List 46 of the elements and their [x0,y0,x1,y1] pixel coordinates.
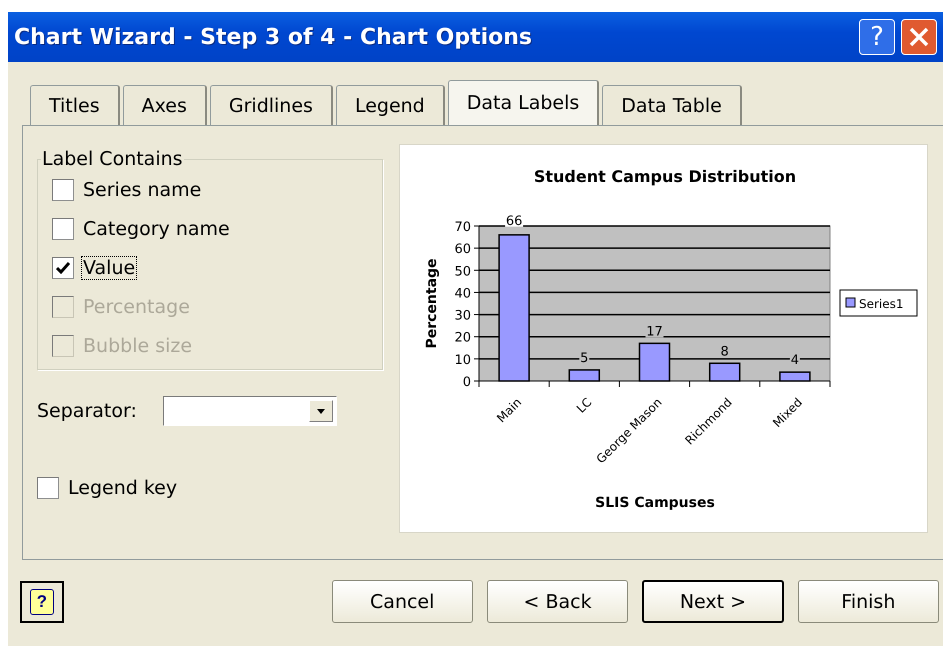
checkbox-label: Category name [82,218,231,240]
data-label: 66 [505,212,524,229]
y-tick-label: 10 [454,352,471,368]
checkbox-label: Bubble size [82,334,194,356]
checkmark-icon [56,262,70,274]
checkbox[interactable] [52,256,74,278]
y-tick-label: 70 [454,220,471,235]
tab[interactable]: Gridlines [210,85,333,125]
checkbox[interactable] [52,218,74,240]
checkbox-label: Series name [82,178,202,200]
tab[interactable]: Legend [336,85,445,125]
separator-dropdown[interactable] [162,396,337,426]
tab[interactable]: Axes [122,85,207,125]
y-tick-label: 20 [454,330,471,346]
dialog-button[interactable]: Cancel [332,580,473,623]
tab[interactable]: Data Labels [448,80,600,125]
data-label: 17 [646,323,664,340]
y-tick-label: 60 [454,242,471,258]
close-icon [908,26,930,48]
x-axis-title: SLIS Campuses [595,495,715,511]
help-button[interactable]: ? [859,19,895,55]
x-tick-label: LC [574,395,594,416]
legend-label: Series1 [859,297,904,311]
close-button[interactable] [901,19,937,55]
group-label: Label Contains [41,148,184,170]
y-axis-title: Percentage [424,258,440,349]
dialog-button[interactable]: Next > [642,580,784,623]
y-tick-label: 40 [454,286,471,302]
checkbox-label: Percentage [82,296,191,318]
dialog-button[interactable]: Finish [798,580,939,623]
legend-swatch [846,298,856,308]
checkbox[interactable] [52,178,74,200]
help-button[interactable]: ? [20,580,64,622]
checkbox[interactable] [37,476,59,498]
y-tick-label: 50 [454,264,471,280]
tab[interactable]: Data Table [602,85,742,125]
separator-label: Separator: [37,400,137,422]
checkbox-label: Legend key [67,476,178,498]
checkbox-label: Value [82,256,136,278]
window-title: Chart Wizard - Step 3 of 4 - Chart Options [14,24,533,50]
y-tick-label: 30 [454,308,471,324]
tab[interactable]: Titles [30,85,120,125]
y-tick-label: 0 [462,375,471,390]
chart-title: Student Campus Distribution [534,167,796,186]
dialog-button[interactable]: < Back [486,580,628,623]
data-label: 8 [720,343,730,360]
